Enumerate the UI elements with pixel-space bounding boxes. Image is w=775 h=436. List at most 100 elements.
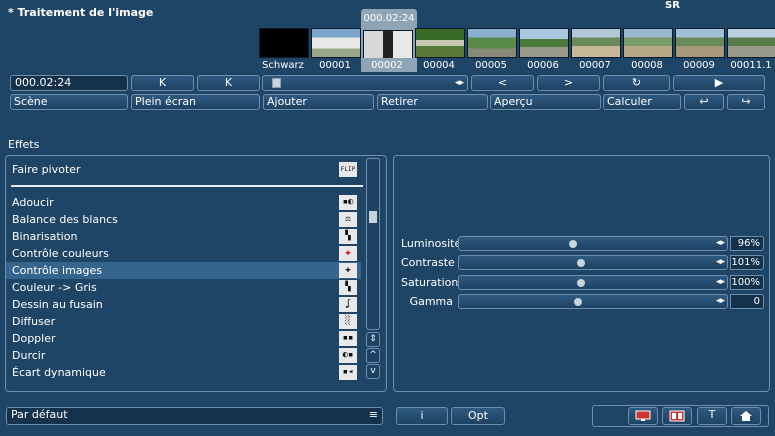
- frame-label: 00009: [683, 60, 715, 71]
- add-button[interactable]: Ajouter: [263, 94, 374, 110]
- effect-item[interactable]: Balance des blancs ⚖: [6, 211, 361, 228]
- remove-button[interactable]: Retirer: [377, 94, 488, 110]
- effect-item-selected[interactable]: Contrôle images ✚: [6, 262, 361, 279]
- frame-thumbnail[interactable]: [311, 28, 361, 58]
- opt-button[interactable]: Opt: [451, 407, 505, 425]
- monitor-icon[interactable]: [628, 407, 658, 425]
- white-balance-icon: ⚖: [339, 212, 357, 227]
- timecode-field[interactable]: 000.02:24: [10, 75, 128, 91]
- gamma-value[interactable]: 0: [730, 294, 764, 309]
- diffuse-icon: ░: [339, 314, 357, 329]
- saturation-value[interactable]: 100%: [730, 275, 764, 290]
- effects-scrollbar[interactable]: [366, 158, 380, 330]
- calculate-button[interactable]: Calculer: [603, 94, 681, 110]
- fullscreen-button[interactable]: Plein écran: [131, 94, 260, 110]
- effect-label: Adoucir: [12, 196, 54, 209]
- scrollbar-thumb[interactable]: [369, 211, 377, 223]
- color-control-icon: ✚: [339, 246, 357, 261]
- frame-thumbnail[interactable]: [259, 28, 309, 58]
- frame-thumbnail[interactable]: [363, 30, 413, 60]
- effect-label: Doppler: [12, 332, 56, 345]
- frame-thumbnail[interactable]: [623, 28, 673, 58]
- slider-knob[interactable]: [574, 298, 582, 306]
- frame-thumbnail[interactable]: [571, 28, 621, 58]
- prev-mark-button[interactable]: K: [131, 75, 194, 91]
- contrast-label: Contraste: [401, 256, 455, 269]
- gamma-slider[interactable]: ◂▸: [458, 294, 728, 309]
- effect-item-rotate[interactable]: Faire pivoter FLIP: [6, 161, 361, 178]
- scrub-arrows-icon[interactable]: ◂▸: [455, 76, 464, 90]
- frame-label: Schwarz: [262, 60, 304, 71]
- home-icon[interactable]: [731, 407, 761, 425]
- effect-item[interactable]: Diffuser ░: [6, 313, 361, 330]
- effect-label: Contrôle images: [12, 264, 103, 277]
- frame-label-selected: 00002: [361, 58, 413, 71]
- effect-item[interactable]: Adoucir ▪◐: [6, 194, 361, 211]
- charcoal-icon: ʆ: [339, 297, 357, 312]
- frame-thumbnail[interactable]: [467, 28, 517, 58]
- effect-label: Durcir: [12, 349, 46, 362]
- frame-thumbnail[interactable]: [727, 28, 775, 58]
- next-mark-icon: K: [224, 76, 233, 89]
- preset-select[interactable]: Par défaut ≡: [6, 407, 383, 425]
- slider-knob[interactable]: [577, 279, 585, 287]
- contrast-value[interactable]: 101%: [730, 255, 764, 270]
- next-mark-button[interactable]: K: [197, 75, 260, 91]
- effect-item[interactable]: Durcir ◐▪: [6, 347, 361, 364]
- sharpen-icon: ◐▪: [339, 348, 357, 363]
- info-button[interactable]: i: [396, 407, 448, 425]
- slider-arrows-icon[interactable]: ◂▸: [716, 276, 725, 289]
- effect-label: Binarisation: [12, 230, 78, 243]
- effect-item[interactable]: Binarisation ▚: [6, 228, 361, 245]
- undo-icon: ↩: [699, 95, 709, 108]
- slider-arrows-icon[interactable]: ◂▸: [716, 237, 725, 250]
- frame-thumbnail[interactable]: [415, 28, 465, 58]
- sr-label: SR: [665, 0, 680, 11]
- slider-knob[interactable]: [569, 240, 577, 248]
- effect-label: Écart dynamique: [12, 366, 106, 379]
- redo-icon: ↪: [741, 95, 751, 108]
- loop-button[interactable]: ↻: [603, 75, 670, 91]
- undo-button[interactable]: ↩: [684, 94, 724, 110]
- scrub-handle[interactable]: [272, 78, 281, 88]
- contrast-slider[interactable]: ◂▸: [458, 255, 728, 270]
- saturation-label: Saturation: [401, 276, 459, 289]
- effect-item[interactable]: Dessin au fusain ʆ: [6, 296, 361, 313]
- text-icon[interactable]: T: [697, 407, 727, 425]
- effect-item[interactable]: Doppler ▪▪: [6, 330, 361, 347]
- filmstrip[interactable]: Schwarz 00001 00002 00004 00005 00006 00…: [259, 28, 775, 72]
- slider-arrows-icon[interactable]: ◂▸: [716, 295, 725, 308]
- effect-label: Contrôle couleurs: [12, 247, 109, 260]
- prev-mark-icon: K: [158, 76, 167, 89]
- brightness-value[interactable]: 96%: [730, 236, 764, 251]
- slider-knob[interactable]: [577, 259, 585, 267]
- effect-item[interactable]: Contrôle couleurs ✚: [6, 245, 361, 262]
- effect-item[interactable]: Couleur -> Gris ▚: [6, 279, 361, 296]
- scroll-updown-icon[interactable]: ⇕: [366, 332, 380, 347]
- frame-thumbnail[interactable]: [519, 28, 569, 58]
- frame-thumbnail[interactable]: [675, 28, 725, 58]
- slider-arrows-icon[interactable]: ◂▸: [716, 256, 725, 269]
- effect-settings-panel: [393, 155, 770, 392]
- dynamic-range-icon: ▪◂: [339, 365, 357, 380]
- film-icon[interactable]: [662, 407, 692, 425]
- scroll-up-button[interactable]: ^: [366, 348, 380, 363]
- effect-item[interactable]: Écart dynamique ▪◂: [6, 364, 361, 381]
- image-control-icon: ✚: [339, 263, 357, 278]
- scene-button[interactable]: Scène: [10, 94, 128, 110]
- menu-icon[interactable]: ≡: [369, 408, 378, 422]
- scroll-down-button[interactable]: v: [366, 364, 380, 379]
- redo-button[interactable]: ↪: [727, 94, 765, 110]
- scrub-bar[interactable]: ◂▸: [262, 75, 468, 91]
- prev-frame-button[interactable]: <: [471, 75, 534, 91]
- preview-button[interactable]: Aperçu: [490, 94, 601, 110]
- frame-label: 00008: [631, 60, 663, 71]
- play-button[interactable]: ▶: [673, 75, 765, 91]
- effects-title: Effets: [8, 138, 40, 151]
- saturation-slider[interactable]: ◂▸: [458, 275, 728, 290]
- brightness-slider[interactable]: ◂▸: [458, 236, 728, 251]
- next-frame-button[interactable]: >: [537, 75, 600, 91]
- effect-label: Dessin au fusain: [12, 298, 103, 311]
- preset-value: Par défaut: [11, 408, 68, 421]
- doppler-icon: ▪▪: [339, 331, 357, 346]
